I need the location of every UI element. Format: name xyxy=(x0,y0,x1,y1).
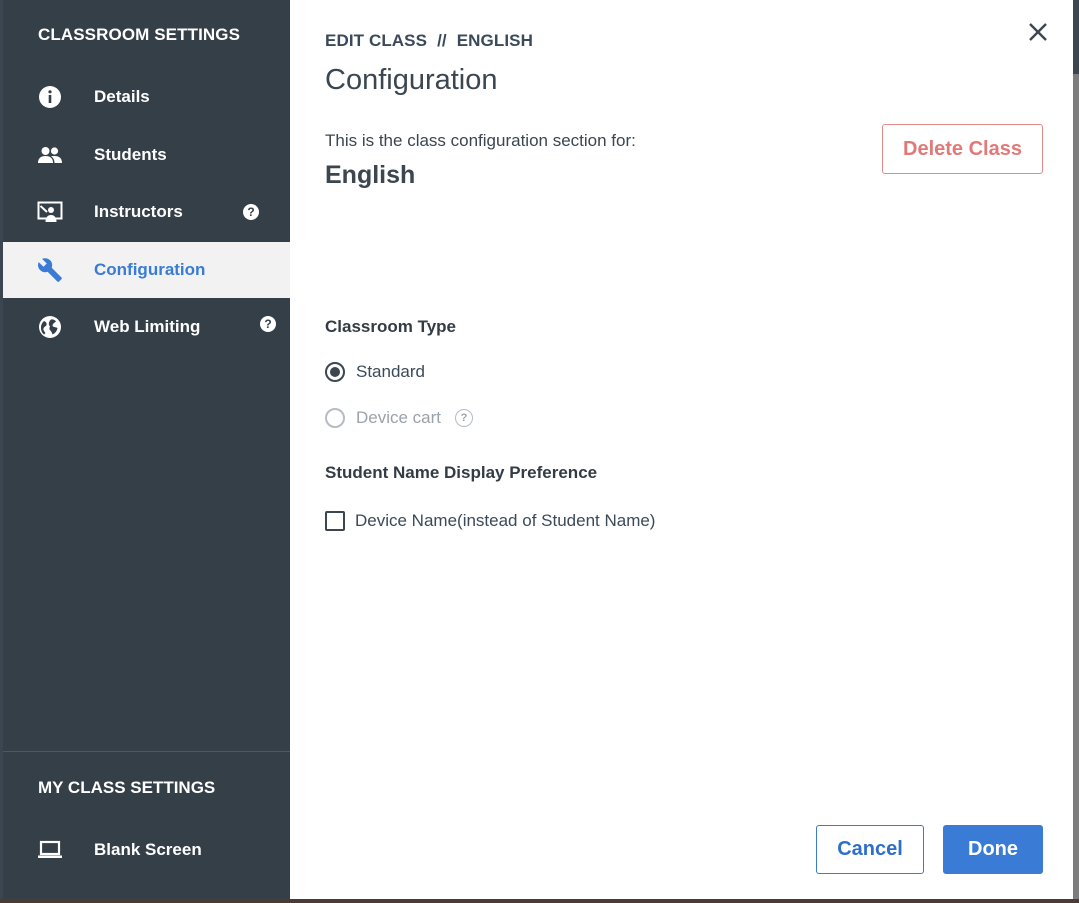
sidebar-item-blank-screen[interactable]: Blank Screen xyxy=(3,822,290,878)
laptop-icon xyxy=(37,837,63,863)
sidebar-item-label: Blank Screen xyxy=(94,840,202,859)
sidebar-item-configuration[interactable]: Configuration xyxy=(3,242,290,298)
breadcrumb: EDIT CLASS // ENGLISH xyxy=(325,31,533,51)
device-name-checkbox[interactable] xyxy=(325,511,345,531)
backdrop-right xyxy=(1073,0,1079,903)
people-icon xyxy=(37,142,63,168)
close-icon xyxy=(1029,23,1047,41)
classroom-settings-modal: CLASSROOM SETTINGS Details Students Inst… xyxy=(3,0,1073,899)
help-icon[interactable]: ? xyxy=(260,316,276,332)
radio-device-cart[interactable]: Device cart ? xyxy=(325,407,474,429)
sidebar-item-label: Details xyxy=(94,87,150,106)
radio-button[interactable] xyxy=(325,362,345,382)
presenter-icon xyxy=(37,199,63,225)
close-button[interactable] xyxy=(1024,18,1052,46)
radio-button[interactable] xyxy=(325,408,345,428)
radio-label: Standard xyxy=(356,362,425,381)
delete-class-button[interactable]: Delete Class xyxy=(882,124,1043,174)
sidebar-item-students[interactable]: Students xyxy=(3,127,290,183)
page-title: Configuration xyxy=(325,64,498,96)
sidebar-heading: CLASSROOM SETTINGS xyxy=(38,25,241,44)
sidebar-item-label: Instructors xyxy=(94,202,183,221)
done-button[interactable]: Done xyxy=(943,825,1043,874)
main-panel: EDIT CLASS // ENGLISH Configuration This i… xyxy=(290,0,1073,899)
sidebar-item-label: Students xyxy=(94,145,167,164)
device-name-option[interactable]: Device Name(instead of Student Name) xyxy=(325,511,655,531)
sidebar: CLASSROOM SETTINGS Details Students Inst… xyxy=(3,0,290,899)
sidebar-item-details[interactable]: Details xyxy=(3,69,290,125)
breadcrumb-separator: // xyxy=(437,31,447,50)
checkbox-label: Device Name(instead of Student Name) xyxy=(355,511,656,530)
wrench-icon xyxy=(37,257,63,283)
class-name: English xyxy=(325,161,416,189)
sidebar-divider xyxy=(3,751,290,752)
sidebar-item-web-limiting[interactable]: Web Limiting ? xyxy=(3,299,290,355)
name-display-label: Student Name Display Preference xyxy=(325,463,598,482)
breadcrumb-edit-class: EDIT CLASS xyxy=(325,31,428,50)
help-icon[interactable]: ? xyxy=(243,204,259,220)
sidebar-item-instructors[interactable]: Instructors ? xyxy=(3,184,290,240)
help-icon[interactable]: ? xyxy=(455,409,474,427)
sidebar-item-label: Web Limiting xyxy=(94,317,201,336)
radio-standard[interactable]: Standard xyxy=(325,361,425,383)
sidebar-item-label: Configuration xyxy=(94,260,206,279)
breadcrumb-class-name: ENGLISH xyxy=(456,31,533,50)
classroom-type-label: Classroom Type xyxy=(325,317,457,336)
cancel-button[interactable]: Cancel xyxy=(816,825,924,874)
info-icon xyxy=(37,84,63,110)
radio-label: Device cart xyxy=(356,408,442,427)
intro-text: This is the class configuration section … xyxy=(325,131,636,150)
globe-icon xyxy=(37,314,63,340)
sidebar-heading-my-class: MY CLASS SETTINGS xyxy=(38,778,216,797)
backdrop-bottom xyxy=(0,899,1079,903)
